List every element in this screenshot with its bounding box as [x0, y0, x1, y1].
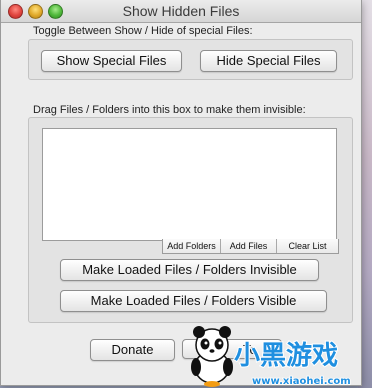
watermark-logo-text: 小黑游戏 [234, 341, 338, 371]
toggle-group-box: Show Special Files Hide Special Files [28, 39, 353, 80]
hide-special-files-button[interactable]: Hide Special Files [200, 50, 337, 72]
watermark-url: www.xiaohei.com [252, 376, 351, 387]
add-files-button[interactable]: Add Files [220, 239, 276, 253]
file-drop-list[interactable] [42, 128, 337, 241]
title-bar[interactable]: Show Hidden Files [1, 0, 361, 23]
donate-button[interactable]: Donate [90, 339, 175, 361]
toggle-section-heading: Toggle Between Show / Hide of special Fi… [33, 25, 253, 37]
show-special-files-button[interactable]: Show Special Files [41, 50, 182, 72]
make-invisible-button[interactable]: Make Loaded Files / Folders Invisible [60, 259, 319, 281]
window-title: Show Hidden Files [122, 3, 240, 19]
panda-mascot-icon [191, 326, 233, 387]
drop-section-heading: Drag Files / Folders into this box to ma… [33, 104, 306, 116]
clear-list-button[interactable]: Clear List [276, 239, 338, 253]
make-visible-button[interactable]: Make Loaded Files / Folders Visible [60, 290, 327, 312]
watermark-logo: 小黑游戏 www.xiaohei.com [191, 326, 351, 388]
list-button-bar: Add Folders Add Files Clear List [162, 239, 339, 254]
add-folders-button[interactable]: Add Folders [163, 239, 220, 253]
